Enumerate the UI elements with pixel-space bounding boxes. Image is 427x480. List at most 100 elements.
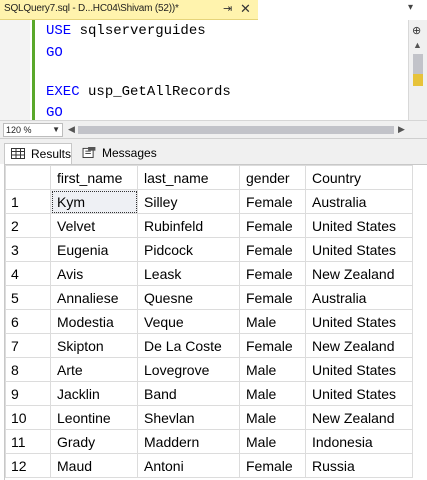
cell-first-name[interactable]: Maud — [50, 453, 138, 478]
cell-first-name[interactable]: Kym — [50, 189, 138, 214]
table-row[interactable]: 8 Arte Lovegrove Male United States — [5, 357, 413, 382]
row-number[interactable]: 10 — [5, 405, 51, 430]
column-header-last-name[interactable]: last_name — [137, 165, 240, 190]
table-row[interactable]: 2 Velvet Rubinfeld Female United States — [5, 213, 413, 238]
column-header-first-name[interactable]: first_name — [50, 165, 138, 190]
row-number[interactable]: 12 — [5, 453, 51, 478]
cell-gender[interactable]: Male — [239, 309, 306, 334]
cell-gender[interactable]: Male — [239, 357, 306, 382]
table-row[interactable]: 3 Eugenia Pidcock Female United States — [5, 237, 413, 262]
scroll-left-icon[interactable]: ◀ — [68, 124, 75, 135]
cell-first-name[interactable]: Eugenia — [50, 237, 138, 262]
cell-first-name[interactable]: Skipton — [50, 333, 138, 358]
cell-gender[interactable]: Female — [239, 189, 306, 214]
query-editor[interactable]: USE sqlserverguides GO EXEC usp_GetAllRe… — [0, 20, 408, 121]
code-line: GO — [46, 45, 63, 61]
cell-first-name[interactable]: Annaliese — [50, 285, 138, 310]
close-icon[interactable]: ✕ — [240, 1, 251, 17]
cell-country[interactable]: Russia — [305, 453, 413, 478]
row-number[interactable]: 7 — [5, 333, 51, 358]
cell-country[interactable]: United States — [305, 309, 413, 334]
cell-gender[interactable]: Male — [239, 381, 306, 406]
cell-country[interactable]: United States — [305, 213, 413, 238]
row-number[interactable]: 1 — [5, 189, 51, 214]
table-row[interactable]: 6 Modestia Veque Male United States — [5, 309, 413, 334]
cell-last-name[interactable]: Lovegrove — [137, 357, 240, 382]
cell-first-name[interactable]: Arte — [50, 357, 138, 382]
cell-country[interactable]: United States — [305, 237, 413, 262]
cell-country[interactable]: New Zealand — [305, 405, 413, 430]
cell-gender[interactable]: Female — [239, 261, 306, 286]
column-header-country[interactable]: Country — [305, 165, 413, 190]
tab-messages[interactable]: Messages — [76, 143, 157, 165]
grid-corner[interactable] — [5, 165, 51, 190]
cell-first-name[interactable]: Leontine — [50, 405, 138, 430]
table-row[interactable]: 9 Jacklin Band Male United States — [5, 381, 413, 406]
row-number[interactable]: 5 — [5, 285, 51, 310]
scroll-change-marker — [413, 74, 423, 86]
cell-country[interactable]: United States — [305, 357, 413, 382]
scroll-up-icon[interactable]: ▲ — [413, 40, 422, 50]
cell-gender[interactable]: Female — [239, 333, 306, 358]
row-number[interactable]: 4 — [5, 261, 51, 286]
row-number[interactable]: 11 — [5, 429, 51, 454]
cell-last-name[interactable]: Band — [137, 381, 240, 406]
cell-last-name[interactable]: Rubinfeld — [137, 213, 240, 238]
row-number[interactable]: 8 — [5, 357, 51, 382]
column-header-gender[interactable]: gender — [239, 165, 306, 190]
cell-gender[interactable]: Female — [239, 285, 306, 310]
cell-first-name[interactable]: Modestia — [50, 309, 138, 334]
row-number[interactable]: 6 — [5, 309, 51, 334]
cell-country[interactable]: Australia — [305, 189, 413, 214]
row-number[interactable]: 3 — [5, 237, 51, 262]
cell-gender[interactable]: Male — [239, 429, 306, 454]
cell-last-name[interactable]: Veque — [137, 309, 240, 334]
zoom-select[interactable]: 120 % ▼ — [3, 123, 63, 137]
cell-last-name[interactable]: Maddern — [137, 429, 240, 454]
table-row[interactable]: 7 Skipton De La Coste Female New Zealand — [5, 333, 413, 358]
cell-last-name[interactable]: Quesne — [137, 285, 240, 310]
editor-vertical-scrollbar[interactable]: ⊕ ▲ — [408, 20, 427, 120]
cell-country[interactable]: United States — [305, 381, 413, 406]
cell-last-name[interactable]: Leask — [137, 261, 240, 286]
cell-country[interactable]: New Zealand — [305, 333, 413, 358]
table-row[interactable]: 4 Avis Leask Female New Zealand — [5, 261, 413, 286]
cell-gender[interactable]: Female — [239, 213, 306, 238]
header-row: first_name last_name gender Country — [5, 165, 413, 190]
cell-country[interactable]: Indonesia — [305, 429, 413, 454]
tab-results[interactable]: Results — [4, 143, 72, 165]
cell-first-name[interactable]: Jacklin — [50, 381, 138, 406]
cell-last-name[interactable]: Pidcock — [137, 237, 240, 262]
cell-first-name[interactable]: Velvet — [50, 213, 138, 238]
cell-gender[interactable]: Female — [239, 237, 306, 262]
row-number[interactable]: 2 — [5, 213, 51, 238]
table-row[interactable]: 12 Maud Antoni Female Russia — [5, 453, 413, 478]
cell-country[interactable]: Australia — [305, 285, 413, 310]
cell-gender[interactable]: Female — [239, 453, 306, 478]
query-document-tab[interactable]: SQLQuery7.sql - D...HC04\Shivam (52))* ⇥… — [0, 0, 258, 20]
chevron-down-icon[interactable]: ▾ — [408, 2, 413, 13]
cell-last-name[interactable]: Shevlan — [137, 405, 240, 430]
chevron-down-icon[interactable]: ▼ — [52, 124, 60, 136]
scroll-right-icon[interactable]: ▶ — [398, 124, 405, 135]
cell-first-name[interactable]: Avis — [50, 261, 138, 286]
cell-last-name[interactable]: Silley — [137, 189, 240, 214]
tab-strip — [258, 0, 427, 21]
split-icon[interactable]: ⊕ — [412, 24, 421, 37]
results-grid[interactable]: first_name last_name gender Country 1 Ky… — [4, 164, 427, 480]
table-row[interactable]: 5 Annaliese Quesne Female Australia — [5, 285, 413, 310]
table-row[interactable]: 11 Grady Maddern Male Indonesia — [5, 429, 413, 454]
cell-country[interactable]: New Zealand — [305, 261, 413, 286]
horizontal-scrollbar-thumb[interactable] — [78, 126, 394, 134]
tab-results-label: Results — [31, 147, 72, 161]
pin-icon[interactable]: ⇥ — [223, 2, 232, 15]
row-number[interactable]: 9 — [5, 381, 51, 406]
cell-last-name[interactable]: Antoni — [137, 453, 240, 478]
document-tab-title: SQLQuery7.sql - D...HC04\Shivam (52))* — [4, 3, 179, 14]
cell-first-name[interactable]: Grady — [50, 429, 138, 454]
code-line: USE sqlserverguides — [46, 23, 206, 39]
table-row[interactable]: 10 Leontine Shevlan Male New Zealand — [5, 405, 413, 430]
cell-last-name[interactable]: De La Coste — [137, 333, 240, 358]
table-row[interactable]: 1 Kym Silley Female Australia — [5, 189, 413, 214]
cell-gender[interactable]: Male — [239, 405, 306, 430]
